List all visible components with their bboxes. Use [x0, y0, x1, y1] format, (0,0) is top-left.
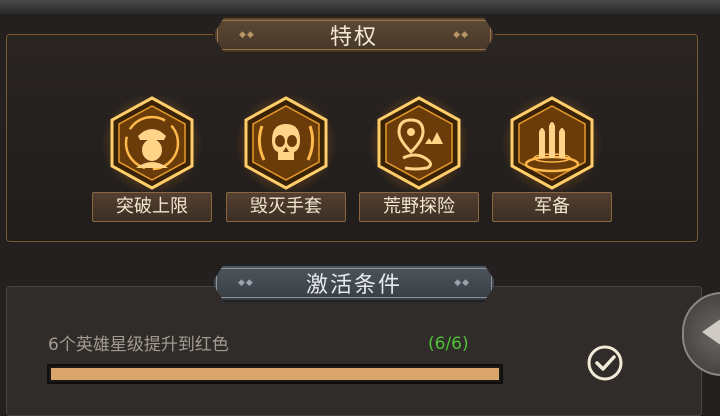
privilege-label: 军备: [492, 192, 612, 222]
diamond-ornament-icon: ◆◆: [239, 30, 255, 40]
privilege-item-destruction-gloves[interactable]: 毁灭手套: [224, 94, 348, 224]
privilege-label: 毁灭手套: [226, 192, 346, 222]
bullets-icon: [510, 96, 594, 190]
conditions-title-banner: ◆◆ 激活条件 ◆◆: [212, 264, 496, 302]
map-pin-mountain-icon: [377, 96, 461, 190]
privilege-item-armament[interactable]: 军备: [490, 94, 614, 224]
top-background-strip: [0, 0, 720, 14]
diamond-ornament-icon: ◆◆: [238, 278, 254, 288]
privilege-label: 突破上限: [92, 192, 212, 222]
conditions-title: 激活条件: [305, 273, 402, 298]
condition-progress-count: (6/6): [428, 334, 469, 354]
diamond-ornament-icon: ◆◆: [454, 278, 470, 288]
check-circle-icon: [587, 345, 623, 381]
privilege-item-breakthrough[interactable]: 突破上限: [90, 94, 214, 224]
skull-icon: [244, 96, 328, 190]
condition-progress-fill: [51, 368, 499, 380]
privilege-label: 荒野探险: [359, 192, 479, 222]
soldier-portrait-icon: [110, 96, 194, 190]
diamond-ornament-icon: ◆◆: [453, 30, 469, 40]
condition-text: 6个英雄星级提升到红色: [48, 335, 229, 355]
privileges-title-banner: ◆◆ 特权 ◆◆: [213, 16, 495, 54]
privilege-item-wilderness-exploration[interactable]: 荒野探险: [357, 94, 481, 224]
privileges-title: 特权: [329, 25, 378, 50]
condition-progress-bar: [47, 364, 503, 384]
